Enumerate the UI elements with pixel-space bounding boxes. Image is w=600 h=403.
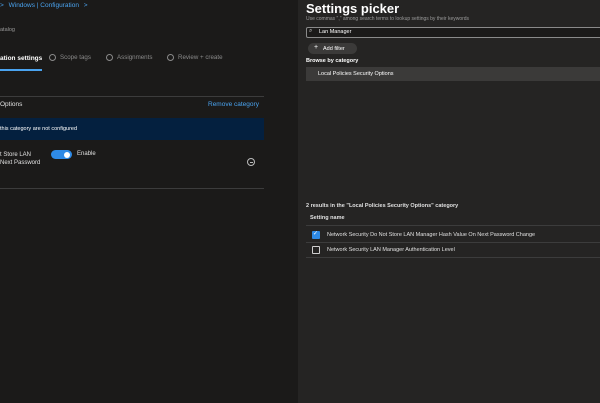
search-value: Lan Manager xyxy=(319,29,352,35)
page-subtitle: atalog xyxy=(0,27,15,33)
divider xyxy=(306,225,600,226)
search-icon: ⌕ xyxy=(309,28,313,34)
step-label: Scope tags xyxy=(60,54,91,61)
checkbox-checked[interactable] xyxy=(312,230,320,239)
minus-circle-icon[interactable] xyxy=(247,158,255,166)
results-caption: 2 results in the "Local Policies Securit… xyxy=(306,203,459,209)
step-label: Assignments xyxy=(117,54,153,61)
setting-label: t Store LAN Next Password xyxy=(0,151,40,167)
info-banner: this category are not configured xyxy=(0,118,264,140)
category-title: Options xyxy=(0,101,23,108)
toggle-knob xyxy=(64,151,70,158)
step-scope-tags[interactable]: Scope tags xyxy=(49,54,91,61)
enable-toggle[interactable] xyxy=(51,150,72,159)
active-step-underline xyxy=(0,69,42,71)
settings-picker-panel: Settings picker Use commas "," among sea… xyxy=(298,0,600,403)
result-row[interactable]: Network Security Do Not Store LAN Manage… xyxy=(306,228,600,242)
step-number-icon xyxy=(49,54,56,61)
checkbox-unchecked[interactable] xyxy=(312,246,320,254)
result-label: Network Security Do Not Store LAN Manage… xyxy=(327,231,536,238)
step-assignments[interactable]: Assignments xyxy=(106,54,152,61)
step-number-icon xyxy=(106,54,113,61)
search-hint: Use commas "," among search terms to loo… xyxy=(306,16,470,22)
result-row[interactable]: Network Security LAN Manager Authenticat… xyxy=(306,243,600,257)
setting-label-line: t Store LAN xyxy=(0,152,32,158)
column-header-setting-name: Setting name xyxy=(310,215,345,221)
setting-label-line: Next Password xyxy=(0,160,41,166)
divider xyxy=(0,96,264,97)
result-label: Network Security LAN Manager Authenticat… xyxy=(327,246,455,253)
breadcrumb-link[interactable]: Windows | Configuration xyxy=(9,2,79,9)
browse-label: Browse by category xyxy=(306,58,359,64)
divider xyxy=(0,188,264,189)
divider xyxy=(306,257,600,258)
step-number-icon xyxy=(167,54,174,61)
category-row-selected[interactable]: Local Policies Security Options xyxy=(306,67,600,81)
add-filter-label: Add filter xyxy=(323,45,345,52)
left-pane: > Windows | Configuration > atalog ation… xyxy=(0,0,297,403)
step-label: Review + create xyxy=(178,54,223,61)
breadcrumb: > Windows | Configuration > xyxy=(0,2,88,9)
remove-category-link[interactable]: Remove category xyxy=(208,101,259,108)
category-label: Local Policies Security Options xyxy=(318,71,394,77)
plus-icon: + xyxy=(314,44,319,51)
breadcrumb-separator: > xyxy=(0,2,4,9)
add-filter-button[interactable]: + Add filter xyxy=(308,43,357,54)
search-input[interactable]: ⌕ Lan Manager xyxy=(306,27,600,38)
panel-title: Settings picker xyxy=(306,1,400,16)
toggle-label: Enable xyxy=(77,151,96,157)
step-configuration-settings[interactable]: ation settings xyxy=(0,55,42,62)
breadcrumb-separator: > xyxy=(83,2,88,9)
step-review-create[interactable]: Review + create xyxy=(167,54,223,61)
banner-text: this category are not configured xyxy=(0,126,78,132)
